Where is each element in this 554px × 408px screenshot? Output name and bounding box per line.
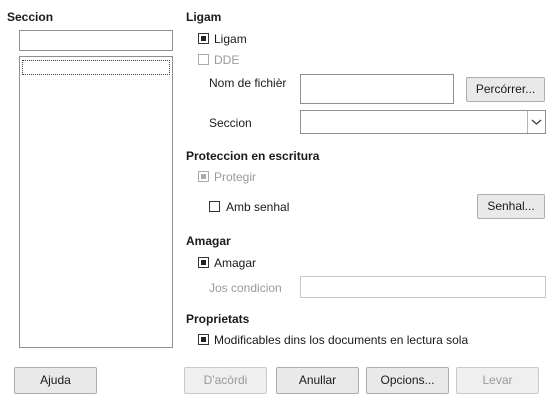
section-select-toggle[interactable]	[527, 111, 545, 133]
hide-section-title: Amagar	[186, 234, 231, 248]
editable-readonly-checkbox-box[interactable]	[198, 334, 209, 345]
password-button-label: Senhal...	[487, 199, 535, 213]
link-checkbox-label: Ligam	[214, 32, 247, 46]
cancel-button-label: Anullar	[298, 373, 337, 387]
dde-checkbox-box[interactable]	[198, 54, 209, 65]
browse-button-label: Percórrer...	[475, 82, 536, 96]
ok-button-label: D'acòrdi	[203, 373, 248, 387]
condition-label: Jos condicion	[209, 281, 282, 295]
section-field-label: Seccion	[209, 116, 252, 130]
remove-button[interactable]: Levar	[456, 367, 539, 394]
remove-button-label: Levar	[482, 373, 513, 387]
cancel-button[interactable]: Anullar	[276, 367, 359, 394]
section-list[interactable]	[19, 56, 173, 348]
password-button[interactable]: Senhal...	[477, 194, 545, 219]
password-checkbox-box[interactable]	[209, 201, 220, 212]
section-list-title: Seccion	[7, 10, 54, 24]
protect-checkbox-box[interactable]	[198, 171, 209, 182]
list-item[interactable]	[22, 60, 170, 75]
password-checkbox-label: Amb senhal	[226, 200, 290, 214]
section-select[interactable]	[300, 110, 546, 134]
options-button-label: Opcions...	[380, 373, 435, 387]
condition-input[interactable]	[300, 276, 546, 298]
section-name-input[interactable]	[19, 30, 173, 51]
browse-button[interactable]: Percórrer...	[466, 77, 545, 102]
help-button[interactable]: Ajuda	[14, 367, 97, 394]
filename-label: Nom de fichièr	[209, 76, 287, 90]
dde-checkbox-label: DDE	[214, 53, 240, 67]
options-button[interactable]: Opcions...	[366, 367, 449, 394]
write-protection-title: Proteccion en escritura	[186, 149, 320, 163]
protect-checkbox-label: Protegir	[214, 170, 257, 184]
editable-readonly-checkbox-label: Modificables dins los documents en lectu…	[214, 333, 469, 347]
ok-button[interactable]: D'acòrdi	[184, 367, 267, 394]
chevron-down-icon	[531, 119, 542, 125]
hide-checkbox-label: Amagar	[214, 256, 257, 270]
link-section-title: Ligam	[186, 10, 222, 24]
help-button-label: Ajuda	[40, 373, 71, 387]
hide-checkbox-box[interactable]	[198, 257, 209, 268]
filename-input[interactable]	[300, 74, 454, 104]
link-checkbox-box[interactable]	[198, 33, 209, 44]
properties-section-title: Proprietats	[186, 312, 250, 326]
